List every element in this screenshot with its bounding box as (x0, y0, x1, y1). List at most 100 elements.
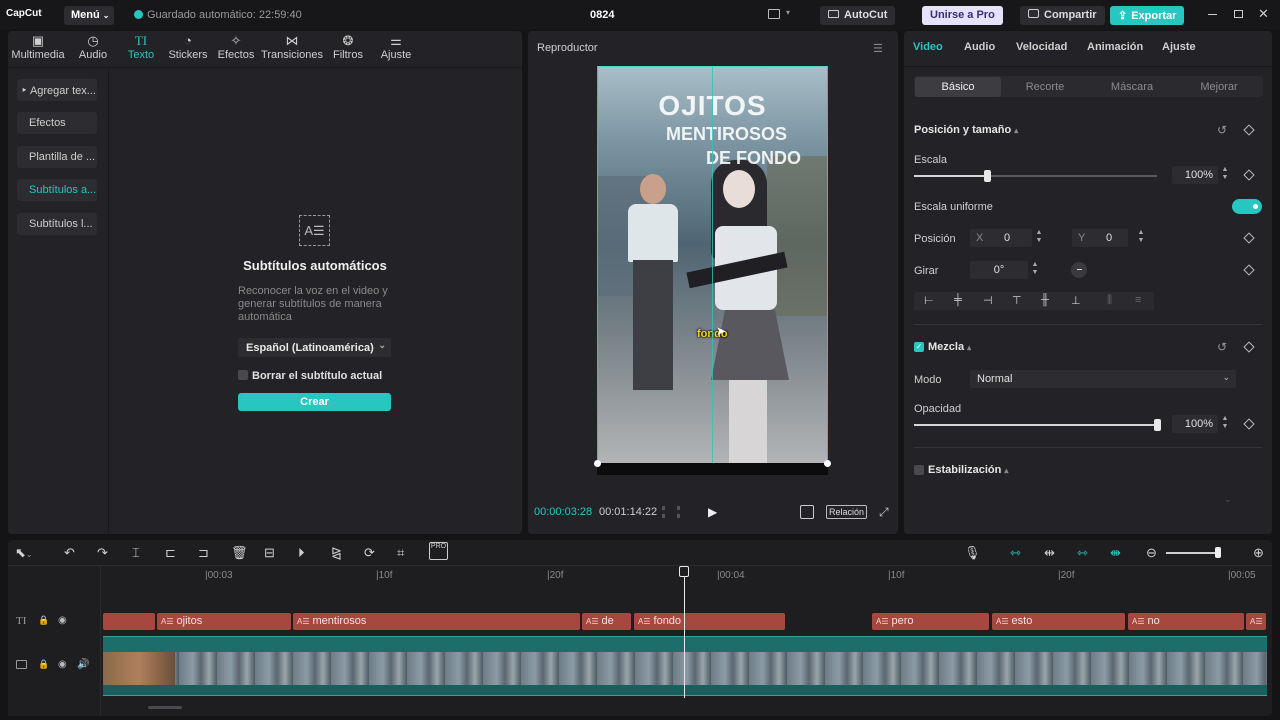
menu-button[interactable]: Menú ⌄ (64, 6, 114, 25)
tab-ajuste[interactable]: ⚌ Ajuste (378, 33, 414, 61)
position-y-stepper[interactable]: ▲ ▼ (1136, 229, 1146, 247)
blend-section-title[interactable]: Mezcla ▴ (928, 341, 971, 353)
aspect-ratio-button[interactable]: Relación (826, 505, 868, 519)
position-x-stepper[interactable]: ▲ ▼ (1034, 229, 1044, 247)
tab-audio[interactable]: ◷ Audio (74, 33, 112, 61)
resize-handle[interactable] (824, 460, 831, 467)
text-clip[interactable]: A☰ mentirosos (293, 613, 580, 630)
align-left-icon[interactable]: ⊢ (924, 294, 934, 307)
snapshot-icon[interactable] (800, 505, 814, 519)
language-select[interactable]: Español (Latinoamérica) ⌄ (238, 338, 391, 357)
text-clip[interactable]: A☰ de (582, 613, 631, 630)
position-x-field[interactable]: X0 (970, 229, 1032, 247)
tab-transiciones[interactable]: ⋈ Transiciones (261, 33, 323, 61)
align-right-icon[interactable]: ⊣ (983, 294, 993, 307)
subtab-recorte[interactable]: Recorte (1002, 77, 1088, 97)
scale-slider-knob[interactable] (983, 170, 991, 182)
tab-animacion[interactable]: Animación (1087, 41, 1143, 53)
video-clip-thumbnails[interactable] (103, 652, 1267, 685)
share-button[interactable]: Compartir (1020, 6, 1105, 25)
stabilization-checkbox[interactable] (914, 465, 924, 475)
distribute-h-icon[interactable]: ⫼ (1107, 294, 1112, 307)
fullscreen-icon[interactable]: ⤢ (879, 505, 889, 520)
video-clip-header[interactable] (103, 636, 1267, 652)
rotate-icon[interactable]: ⟳ (364, 545, 375, 561)
lock-icon[interactable]: 🔒 (38, 615, 49, 626)
eye-icon[interactable]: ◉ (58, 615, 67, 626)
position-y-field[interactable]: Y0 (1072, 229, 1128, 247)
chevron-down-icon[interactable]: ▾ (786, 8, 790, 17)
microphone-icon[interactable]: 🎙 (964, 545, 981, 561)
export-button[interactable]: ⇪ Exportar (1110, 6, 1185, 25)
rotate-stepper[interactable]: ▲ ▼ (1030, 261, 1040, 279)
text-clip[interactable]: A☰ ojitos (157, 613, 291, 630)
opacity-slider-knob[interactable] (1154, 419, 1161, 431)
scale-stepper[interactable]: ▲ ▼ (1220, 166, 1230, 184)
sidebar-item-auto-subtitles[interactable]: Subtítulos a... (17, 179, 97, 201)
mirror-icon[interactable]: ⧎ (331, 545, 342, 561)
opacity-stepper[interactable]: ▲ ▼ (1220, 415, 1230, 433)
text-clip[interactable]: A☰ no (1128, 613, 1244, 630)
scale-value-field[interactable]: 100% (1172, 166, 1218, 184)
reset-icon[interactable]: ↺ (1217, 123, 1227, 137)
rotate-field[interactable]: 0° (970, 261, 1028, 279)
tab-audio[interactable]: Audio (964, 41, 995, 53)
stabilization-section-title[interactable]: Estabilización ▴ (928, 464, 1008, 476)
lock-icon[interactable]: 🔒 (38, 659, 49, 670)
close-icon[interactable]: ✕ (1258, 6, 1269, 22)
align-center-h-icon[interactable]: ╪ (954, 294, 962, 306)
blend-mode-select[interactable]: Normal ⌄ (970, 370, 1236, 388)
minimize-icon[interactable] (1208, 14, 1217, 15)
text-clip[interactable]: A☰e (1246, 613, 1266, 630)
preview-axis-icon[interactable]: ⇼ (1110, 545, 1121, 561)
split-left-icon[interactable]: ⊏ (165, 545, 176, 561)
zoom-slider-knob[interactable] (1215, 547, 1221, 558)
playhead-line[interactable] (684, 574, 685, 698)
delete-icon[interactable]: 🗑 (231, 545, 248, 561)
timeline-scrollbar[interactable] (148, 706, 182, 709)
distribute-v-icon[interactable]: ≡ (1135, 294, 1141, 306)
zoom-slider[interactable] (1166, 552, 1218, 554)
zoom-in-icon[interactable]: ⊕ (1253, 545, 1264, 561)
tab-efectos[interactable]: ✧ Efectos (216, 33, 256, 61)
tab-texto[interactable]: TI Texto (122, 33, 160, 61)
timeline-view-icon[interactable] (662, 506, 680, 518)
playhead-handle[interactable] (679, 566, 689, 577)
sidebar-item-add-text[interactable]: ‣ Agregar tex... (17, 79, 97, 101)
crop-icon[interactable]: ⌗ (397, 545, 404, 561)
select-tool-icon[interactable]: ⬉⌄ (15, 545, 33, 561)
sidebar-item-effects[interactable]: Efectos (17, 112, 97, 134)
subtab-mascara[interactable]: Máscara (1089, 77, 1175, 97)
pro-feature-icon[interactable]: PRO (429, 542, 448, 560)
tab-velocidad[interactable]: Velocidad (1016, 41, 1067, 53)
opacity-value-field[interactable]: 100% (1172, 415, 1218, 433)
autocut-button[interactable]: AutoCut (820, 6, 896, 25)
text-clip[interactable]: A☰ esto (992, 613, 1125, 630)
text-clip[interactable]: A☰ pero (872, 613, 989, 630)
redo-icon[interactable]: ↷ (97, 545, 108, 561)
split-right-icon[interactable]: ⊐ (198, 545, 209, 561)
maximize-icon[interactable] (1234, 10, 1243, 18)
tab-filtros[interactable]: ❂ Filtros (330, 33, 366, 61)
resize-handle[interactable] (594, 460, 601, 467)
magnet-link-icon[interactable]: ⇿ (1010, 545, 1021, 561)
clear-subtitles-checkbox[interactable] (238, 370, 248, 380)
sidebar-item-lyrics-subtitles[interactable]: Subtítulos l... (17, 213, 97, 235)
align-center-v-icon[interactable]: ╫ (1041, 294, 1049, 306)
align-top-icon[interactable]: ⊤ (1012, 294, 1022, 307)
join-pro-button[interactable]: Unirse a Pro (922, 6, 1003, 25)
sidebar-item-templates[interactable]: Plantilla de ... (17, 146, 97, 168)
link-icon[interactable]: ⇿ (1077, 545, 1088, 561)
undo-icon[interactable]: ↶ (64, 545, 75, 561)
snap-icon[interactable]: ⇹ (1044, 545, 1055, 561)
reset-icon[interactable]: ↺ (1217, 340, 1227, 354)
audio-mute-icon[interactable]: 🔊 (77, 659, 89, 670)
zoom-out-icon[interactable]: ⊖ (1146, 545, 1157, 561)
create-button[interactable]: Crear (238, 393, 391, 411)
layout-icon[interactable] (768, 9, 780, 19)
reverse-icon[interactable]: ⏵ (298, 545, 305, 561)
play-icon[interactable]: ▶ (708, 505, 717, 519)
tab-multimedia[interactable]: ▣ Multimedia (10, 33, 66, 61)
freeze-icon[interactable]: ⊟ (264, 545, 275, 561)
position-size-section-title[interactable]: Posición y tamaño ▴ (914, 124, 1018, 136)
